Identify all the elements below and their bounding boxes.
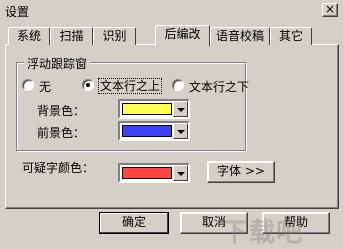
radio-below-line-label[interactable]: 文本行之下 <box>189 78 249 95</box>
window-title: 设置 <box>5 5 30 19</box>
title-bar <box>0 0 343 21</box>
suspicious-color-select[interactable] <box>118 163 190 183</box>
tab-other[interactable]: 其它 <box>270 27 312 45</box>
font-button[interactable]: 字体 >> <box>207 161 275 183</box>
focus-label: 文本行之上 <box>98 78 163 94</box>
tab-system[interactable]: 系统 <box>8 27 50 45</box>
tracking-window-group-title: 浮动跟踪窗 <box>24 55 91 72</box>
suspicious-color-swatch <box>122 167 172 179</box>
tab-voice-proofread[interactable]: 语音校稿 <box>210 27 270 45</box>
background-dropdown-button[interactable] <box>173 101 188 117</box>
suspicious-color-label: 可疑字颜色： <box>22 161 95 175</box>
foreground-color-swatch <box>122 125 172 137</box>
close-icon: × <box>324 2 336 16</box>
radio-below-line[interactable] <box>172 79 184 91</box>
radio-above-line-label[interactable]: 文本行之上 <box>98 77 163 94</box>
background-color-swatch <box>122 103 172 115</box>
tab-scan[interactable]: 扫描 <box>50 27 93 45</box>
chevron-down-icon <box>177 172 185 176</box>
suspicious-dropdown-button[interactable] <box>173 165 188 181</box>
tab-post-edit[interactable]: 后编改 <box>155 25 210 46</box>
ok-button[interactable]: 确定 <box>99 212 169 234</box>
close-button[interactable]: × <box>322 3 338 17</box>
chevron-down-icon <box>177 108 185 112</box>
background-color-label: 背景色： <box>37 104 86 118</box>
radio-none[interactable] <box>22 79 34 91</box>
tab-recognize[interactable]: 识别 <box>93 27 136 45</box>
watermark: 下载吧 <box>222 218 304 248</box>
radio-selected-dot <box>86 83 90 87</box>
radio-above-line[interactable] <box>82 79 94 91</box>
foreground-color-label: 前景色： <box>37 126 86 140</box>
foreground-dropdown-button[interactable] <box>173 123 188 139</box>
background-color-select[interactable] <box>118 99 190 119</box>
radio-none-label[interactable]: 无 <box>39 78 51 95</box>
foreground-color-select[interactable] <box>118 121 190 141</box>
chevron-down-icon <box>177 130 185 134</box>
